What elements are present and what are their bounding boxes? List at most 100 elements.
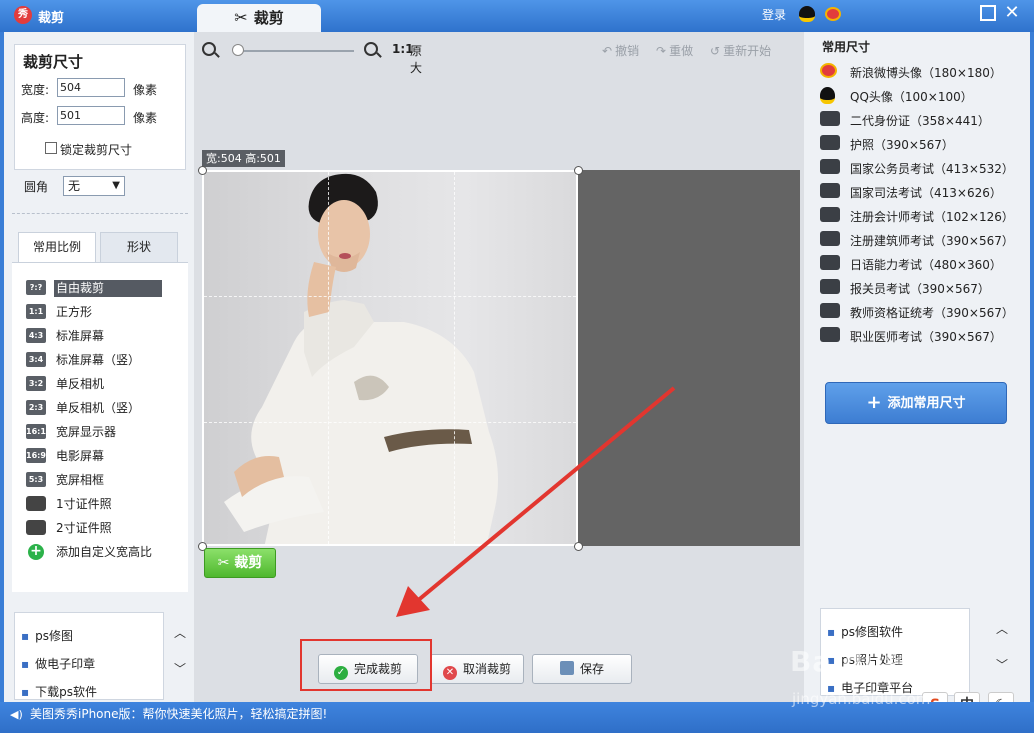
chevron-up-icon[interactable]: ︿ xyxy=(996,620,1008,637)
ratio-badge-icon: 3:4 xyxy=(26,352,46,367)
grid-line xyxy=(204,296,576,297)
crop-size-title: 裁剪尺寸 xyxy=(23,53,84,71)
add-custom-ratio[interactable]: + 添加自定义宽高比 xyxy=(26,542,166,562)
preset-item[interactable]: 注册会计师考试（102×126） xyxy=(820,206,1020,226)
add-preset-button[interactable]: + 添加常用尺寸 xyxy=(825,382,1007,424)
preset-item[interactable]: 护照（390×567） xyxy=(820,134,1020,154)
chevron-down-icon[interactable]: ﹀ xyxy=(174,660,186,677)
watermark-url: jingyan.baidu.com xyxy=(792,690,931,708)
ratio-item-1inch-photo[interactable]: 1寸证件照 xyxy=(26,494,166,514)
corner-label: 圆角 xyxy=(24,180,49,194)
preset-item[interactable]: 国家公务员考试（413×532） xyxy=(820,158,1020,178)
redo-button[interactable]: ↷ 重做 xyxy=(656,42,693,59)
watermark-text: Baidu经验 xyxy=(790,645,943,678)
ratio-item-label: 单反相机 xyxy=(56,377,105,391)
ratio-item-label: 标准屏幕 xyxy=(56,329,105,343)
add-preset-label: 添加常用尺寸 xyxy=(887,396,966,411)
crop-button[interactable]: ✂ 裁剪 xyxy=(204,548,276,578)
ratio-item-3-2[interactable]: 3:2 单反相机 xyxy=(26,374,166,394)
crop-selection[interactable] xyxy=(202,170,578,546)
link-item[interactable]: ▪ 下载ps软件 xyxy=(21,683,97,699)
ratio-item-2-3[interactable]: 2:3 单反相机（竖） xyxy=(26,398,166,418)
height-unit: 像素 xyxy=(133,111,158,125)
zoom-in-icon[interactable] xyxy=(364,42,378,56)
ratio-item-5-3[interactable]: 5:3 宽屏相框 xyxy=(26,470,166,490)
corner-select[interactable]: 无 ▼ xyxy=(63,176,125,196)
zoom-slider-handle[interactable] xyxy=(232,44,244,56)
save-button[interactable]: 保存 xyxy=(532,654,632,684)
preset-item[interactable]: 国家司法考试（413×626） xyxy=(820,182,1020,202)
cancel-crop-button[interactable]: ✕ 取消裁剪 xyxy=(430,654,524,684)
preset-item[interactable]: 注册建筑师考试（390×567） xyxy=(820,230,1020,250)
ratio-item-16-9[interactable]: 16:9 电影屏幕 xyxy=(26,446,166,466)
qq-icon[interactable] xyxy=(799,6,815,22)
preset-item[interactable]: 日语能力考试（480×360） xyxy=(820,254,1020,274)
window-title: 裁剪 xyxy=(38,11,65,26)
id-card-icon xyxy=(26,496,46,511)
tab-shape[interactable]: 形状 xyxy=(100,232,178,262)
save-label: 保存 xyxy=(579,662,604,676)
crop-size-badge: 宽:504 高:501 xyxy=(202,150,285,167)
ratio-item-3-4[interactable]: 3:4 标准屏幕（竖） xyxy=(26,350,166,370)
link-item[interactable]: ▪ 做电子印章 xyxy=(21,655,95,672)
tab-common-ratio[interactable]: 常用比例 xyxy=(18,232,96,262)
divider xyxy=(12,213,188,214)
ratio-item-label: 电影屏幕 xyxy=(56,449,105,463)
id-card-icon xyxy=(820,183,840,198)
grid-line xyxy=(328,172,329,544)
ratio-badge-icon: 4:3 xyxy=(26,328,46,343)
chevron-up-icon[interactable]: ︿ xyxy=(174,624,186,641)
weibo-icon[interactable] xyxy=(825,7,841,21)
preset-item[interactable]: 报关员考试（390×567） xyxy=(820,278,1020,298)
chevron-down-icon[interactable]: ﹀ xyxy=(996,656,1008,673)
crop-handle-top-right[interactable] xyxy=(574,166,583,175)
ratio-item-label: 自由裁剪 xyxy=(54,280,162,297)
ratio-item-square[interactable]: 1:1 正方形 xyxy=(26,302,166,322)
crop-handle-bottom-right[interactable] xyxy=(574,542,583,551)
title-bar: 秀 裁剪 ✂ 裁剪 登录 ✕ xyxy=(0,0,1034,34)
ratio-badge-icon: 1:1 xyxy=(26,304,46,319)
save-icon xyxy=(559,661,574,675)
login-link[interactable]: 登录 xyxy=(762,6,786,23)
maximize-button[interactable] xyxy=(980,5,996,21)
status-text[interactable]: 美图秀秀iPhone版：帮你快速美化照片，轻松搞定拼图! xyxy=(30,705,327,722)
preset-item[interactable]: 二代身份证（358×441） xyxy=(820,110,1020,130)
main-panel: 裁剪尺寸 宽度: 504 像素 高度: 501 像素 锁定裁剪尺寸 圆角 无 ▼… xyxy=(4,32,1030,718)
ratio-item-label: 正方形 xyxy=(56,305,93,319)
scissors-icon: ✂ xyxy=(234,8,248,27)
redo-icon: ↷ xyxy=(656,44,667,58)
close-button[interactable]: ✕ xyxy=(1004,4,1020,22)
ratio-item-free[interactable]: ?:? 自由裁剪 xyxy=(26,278,166,298)
preset-item[interactable]: 职业医师考试（390×567） xyxy=(820,326,1020,346)
preset-item[interactable]: 教师资格证统考（390×567） xyxy=(820,302,1020,322)
height-input[interactable]: 501 xyxy=(57,106,125,125)
zoom-actual-size-label[interactable]: 原大 xyxy=(410,42,422,76)
ratio-item-label: 单反相机（竖） xyxy=(56,401,141,415)
ratio-badge-icon: ?:? xyxy=(26,280,46,295)
link-item[interactable]: ▪ ps修图 xyxy=(21,627,73,644)
restart-icon: ↺ xyxy=(710,44,721,58)
id-card-icon xyxy=(820,279,840,294)
ratio-item-label: 2寸证件照 xyxy=(56,521,112,535)
crop-handle-top-left[interactable] xyxy=(198,166,207,175)
lock-size-checkbox[interactable] xyxy=(45,142,57,154)
tab-crop[interactable]: ✂ 裁剪 xyxy=(197,4,321,34)
ratio-badge-icon: 3:2 xyxy=(26,376,46,391)
chevron-down-icon: ▼ xyxy=(112,180,120,191)
left-sidebar: 裁剪尺寸 宽度: 504 像素 高度: 501 像素 锁定裁剪尺寸 圆角 无 ▼… xyxy=(4,32,194,702)
zoom-slider[interactable] xyxy=(236,50,354,52)
link-item[interactable]: ▪ ps修图软件 xyxy=(827,623,903,640)
preset-item[interactable]: QQ头像（100×100） xyxy=(820,86,1020,106)
tab-crop-label: 裁剪 xyxy=(253,9,284,27)
preset-item[interactable]: 新浪微博头像（180×180） xyxy=(820,62,1020,82)
undo-button[interactable]: ↶ 撤销 xyxy=(602,42,639,59)
ratio-item-4-3[interactable]: 4:3 标准屏幕 xyxy=(26,326,166,346)
ratio-item-16-10[interactable]: 16:10 宽屏显示器 xyxy=(26,422,166,442)
zoom-out-icon[interactable] xyxy=(202,42,216,56)
grid-line xyxy=(204,422,576,423)
right-sidebar: 常用尺寸 新浪微博头像（180×180） QQ头像（100×100） 二代身份证… xyxy=(804,32,1030,718)
lock-size-label[interactable]: 锁定裁剪尺寸 xyxy=(60,141,132,158)
width-input[interactable]: 504 xyxy=(57,78,125,97)
ratio-item-2inch-photo[interactable]: 2寸证件照 xyxy=(26,518,166,538)
restart-button[interactable]: ↺ 重新开始 xyxy=(710,42,771,59)
